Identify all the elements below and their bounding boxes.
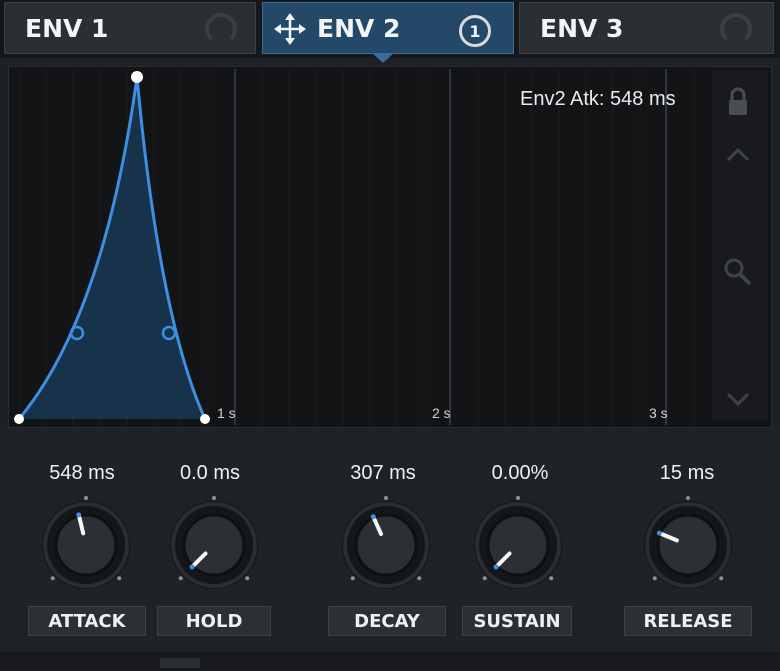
knob-tick [549, 576, 554, 581]
knob-tick [84, 496, 88, 500]
tab-env3[interactable]: ENV 3 [519, 2, 774, 54]
knob-body [54, 513, 118, 577]
release-value: 15 ms [659, 462, 715, 484]
knob-accent [493, 564, 499, 570]
attack-knob[interactable] [36, 495, 136, 595]
modulation-ring-icon [205, 13, 237, 45]
knob-accent [656, 530, 662, 536]
knob-body [656, 513, 720, 577]
knob-tick [245, 576, 250, 581]
knob-tick [719, 576, 724, 581]
lock-icon[interactable] [720, 84, 756, 120]
knob-tick [384, 496, 388, 500]
start-handle[interactable] [14, 414, 24, 424]
knob-accent [76, 512, 82, 518]
graph-side-toolbar [712, 70, 768, 420]
decay-value: 307 ms [350, 462, 416, 484]
bottom-status-strip [0, 652, 780, 671]
end-handle[interactable] [200, 414, 210, 424]
status-segment [160, 658, 200, 668]
time-label-3s: 3 s [649, 405, 668, 421]
envelope-tab-bar: ENV 1 ENV 2 1 ENV 3 [0, 0, 780, 58]
knob-tick [516, 496, 520, 500]
knob-tick [178, 576, 183, 581]
sustain-knob[interactable] [468, 495, 568, 595]
chevron-down-icon[interactable] [720, 380, 756, 416]
tab-env1-label: ENV 1 [25, 13, 109, 43]
modulation-count-badge: 1 [459, 15, 491, 47]
peak-handle[interactable] [131, 71, 143, 83]
sustain-value: 0.00% [491, 462, 549, 484]
knob-body [354, 513, 418, 577]
knob-tick [482, 576, 487, 581]
envelope-fill [19, 77, 205, 419]
attack-value: 548 ms [49, 462, 115, 484]
knob-tick [417, 576, 422, 581]
knob-tick [686, 496, 690, 500]
move-icon[interactable] [273, 12, 307, 46]
attack-label: ATTACK [28, 606, 146, 636]
envelope-graph[interactable]: 1 s 2 s 3 s [8, 66, 772, 428]
knob-tick [652, 576, 657, 581]
zoom-icon[interactable] [720, 254, 756, 290]
decay-label: DECAY [328, 606, 446, 636]
tab-env3-label: ENV 3 [540, 13, 624, 43]
tab-env2[interactable]: ENV 2 1 [262, 2, 514, 54]
knob-accent [189, 564, 195, 570]
chevron-up-icon[interactable] [720, 138, 756, 174]
envelope-graph-canvas[interactable]: 1 s 2 s 3 s [9, 67, 773, 429]
tab-env2-label: ENV 2 [317, 13, 401, 43]
envelope-readout: Env2 Atk: 548 ms [520, 88, 676, 110]
knob-accent [370, 514, 376, 520]
decay-knob[interactable] [336, 495, 436, 595]
release-knob[interactable] [638, 495, 738, 595]
time-label-1s: 1 s [217, 405, 236, 421]
time-label-2s: 2 s [432, 405, 451, 421]
release-label: RELEASE [624, 606, 752, 636]
knob-tick [50, 576, 55, 581]
hold-knob[interactable] [164, 495, 264, 595]
hold-value: 0.0 ms [179, 462, 241, 484]
knob-tick [212, 496, 216, 500]
sustain-label: SUSTAIN [462, 606, 572, 636]
knob-tick [117, 576, 122, 581]
active-tab-pointer [373, 54, 393, 63]
modulation-ring-icon [720, 13, 752, 45]
knob-tick [350, 576, 355, 581]
hold-label: HOLD [157, 606, 271, 636]
tab-env1[interactable]: ENV 1 [4, 2, 256, 54]
